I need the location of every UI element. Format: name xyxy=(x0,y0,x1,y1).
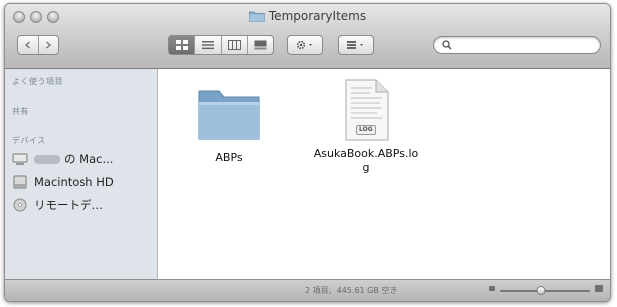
large-icons-icon xyxy=(595,285,603,292)
list-view-button[interactable] xyxy=(195,36,222,54)
back-forward-control xyxy=(17,35,59,55)
folder-icon xyxy=(248,10,265,22)
sidebar-header-devices: デバイス xyxy=(12,136,46,145)
titlebar: TemporaryItems xyxy=(5,4,610,69)
forward-button[interactable] xyxy=(39,36,59,54)
sidebar-item-label: Macintosh HD xyxy=(34,175,114,189)
remote-disc-icon xyxy=(12,198,28,212)
sidebar: よく使う項目 共有 デバイス の Mac... Macintosh HD リモー… xyxy=(5,69,158,279)
icon-view-icon xyxy=(175,40,188,50)
chevron-left-icon xyxy=(24,41,30,49)
folder-icon xyxy=(198,90,260,140)
search-icon xyxy=(442,40,452,50)
window-title: TemporaryItems xyxy=(268,9,367,23)
status-bar: 2 項目、445.61 GB 空き xyxy=(5,279,610,301)
file-item-log[interactable]: LOG AsukaBook.ABPs.log xyxy=(311,79,421,175)
computer-icon xyxy=(12,152,28,166)
sidebar-header-favorites: よく使う項目 xyxy=(12,77,63,86)
search-field[interactable] xyxy=(433,36,601,54)
coverflow-view-button[interactable] xyxy=(248,36,273,54)
sidebar-item-macintosh-hd[interactable]: Macintosh HD xyxy=(12,172,114,192)
action-button[interactable] xyxy=(287,35,323,55)
finder-window: TemporaryItems よく使う項目 共有 デバイス の Mac... M… xyxy=(4,3,611,302)
sidebar-item-mac[interactable]: の Mac... xyxy=(12,149,113,169)
arrange-button[interactable] xyxy=(338,35,374,55)
sidebar-item-remote-disc[interactable]: リモートデ… xyxy=(12,195,103,215)
icon-view-button[interactable] xyxy=(169,36,196,54)
gear-icon xyxy=(296,40,312,50)
slider-thumb[interactable] xyxy=(536,286,545,295)
column-view-button[interactable] xyxy=(222,36,248,54)
file-browser-content: ABPs LOG AsukaBook.ABPs.log xyxy=(158,69,610,279)
window-title-area: TemporaryItems xyxy=(5,8,610,24)
chevron-right-icon xyxy=(46,41,52,49)
redacted-name xyxy=(34,154,60,164)
coverflow-view-icon xyxy=(254,40,267,50)
list-view-icon xyxy=(201,41,214,50)
icon-size-slider[interactable] xyxy=(500,286,590,295)
file-item-abps[interactable]: ABPs xyxy=(174,83,284,165)
view-mode-control xyxy=(168,35,274,55)
file-name: AsukaBook.ABPs.log xyxy=(313,147,419,174)
search-input[interactable] xyxy=(456,38,598,54)
small-icons-icon xyxy=(489,286,495,291)
column-view-icon xyxy=(227,40,241,50)
hard-drive-icon xyxy=(12,175,28,189)
sidebar-item-label: リモートデ… xyxy=(34,198,103,212)
file-name: ABPs xyxy=(215,151,243,164)
arrange-icon xyxy=(347,41,363,49)
sidebar-item-label: の Mac... xyxy=(64,152,114,166)
log-badge: LOG xyxy=(356,125,376,135)
back-button[interactable] xyxy=(18,36,39,54)
sidebar-header-shared: 共有 xyxy=(12,107,29,116)
status-text: 2 項目、445.61 GB 空き xyxy=(305,286,398,295)
